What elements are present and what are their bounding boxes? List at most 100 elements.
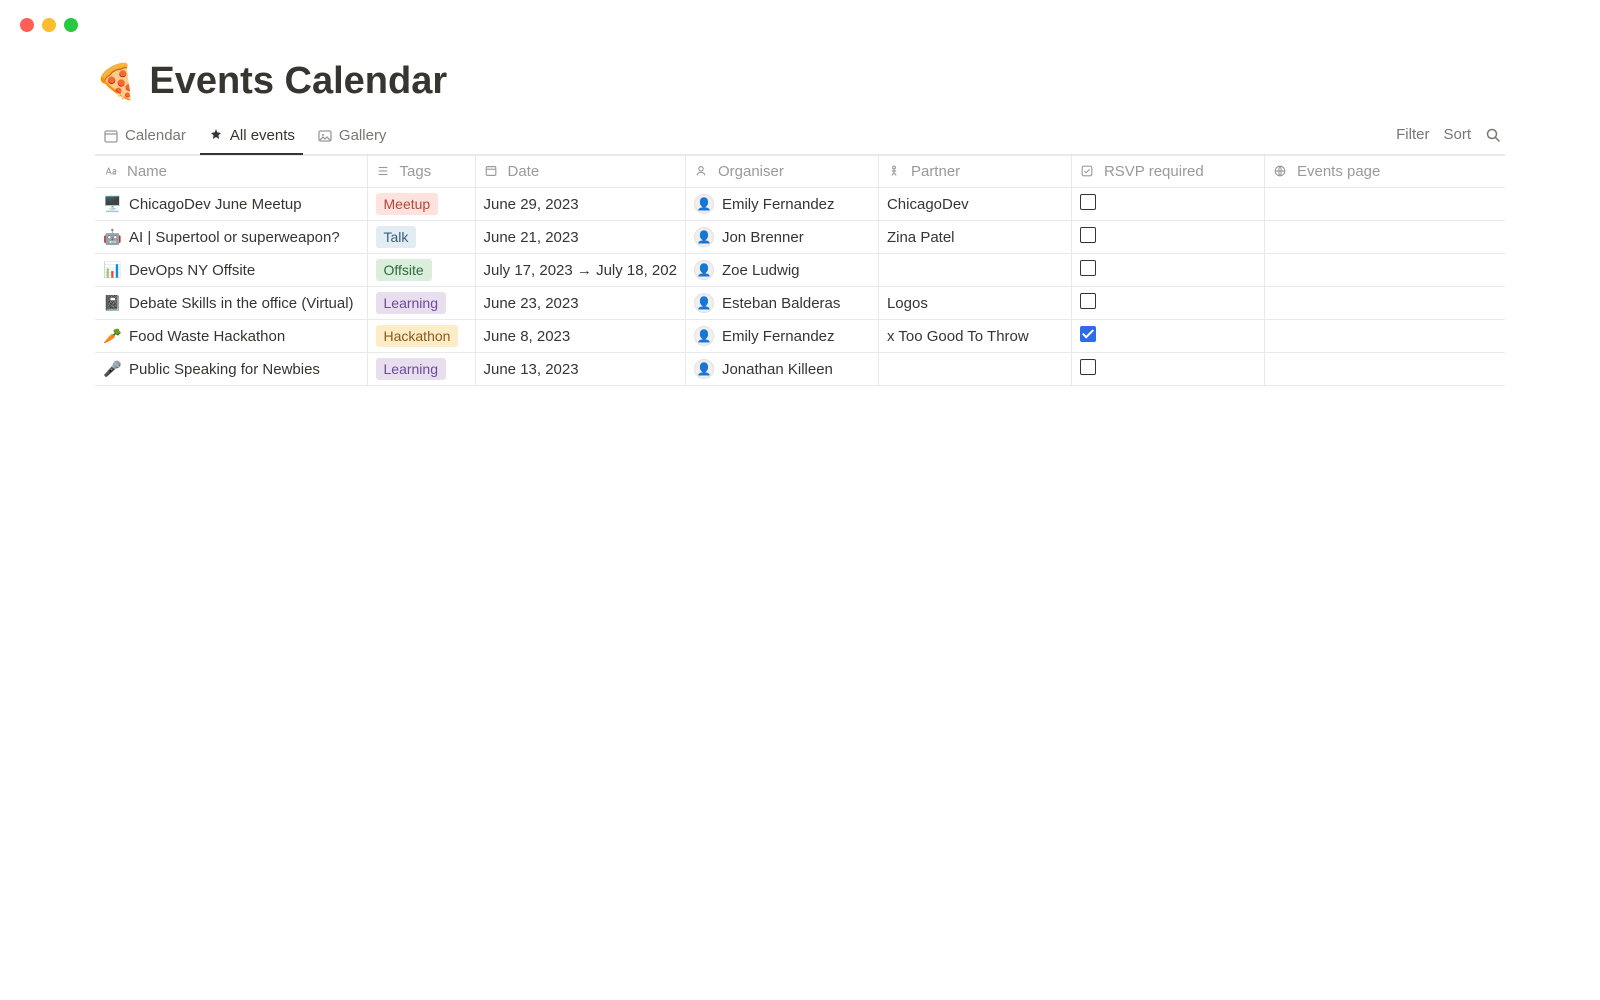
column-header-tags[interactable]: Tags [367,156,475,188]
partner-value[interactable]: x Too Good To Throw [878,320,1071,353]
avatar: 👤 [694,293,714,313]
column-header-date[interactable]: Date [475,156,685,188]
tab-calendar[interactable]: Calendar [95,121,194,154]
date-value[interactable]: July 17, 2023 → July 18, 202 [475,254,685,287]
row-title[interactable]: Food Waste Hackathon [129,328,285,345]
table-row[interactable]: 🎤 Public Speaking for Newbies Learning June… [95,353,1505,386]
page-header: 🍕 Events Calendar [95,60,1505,103]
tab-label: Calendar [125,127,186,144]
partner-property-icon [887,164,903,180]
avatar: 👤 [694,227,714,247]
tag-pill[interactable]: Learning [376,292,447,314]
avatar: 👤 [694,194,714,214]
column-header-organiser[interactable]: Organiser [685,156,878,188]
tab-all-events[interactable]: All events [200,121,303,154]
rsvp-checkbox[interactable] [1080,326,1096,342]
events-table: Name Tags Date [95,155,1505,386]
table-row[interactable]: 🤖 AI | Supertool or superweapon? Talk June … [95,221,1505,254]
table-row[interactable]: 📓 Debate Skills in the office (Virtual) Le… [95,287,1505,320]
organiser-name[interactable]: Esteban Balderas [722,295,840,312]
search-icon[interactable] [1485,127,1501,143]
row-page-icon: 📓 [103,294,121,312]
column-header-name[interactable]: Name [95,156,367,188]
url-property-icon [1273,164,1289,180]
avatar: 👤 [694,359,714,379]
avatar: 👤 [694,326,714,346]
row-title[interactable]: Debate Skills in the office (Virtual) [129,295,354,312]
organiser-name[interactable]: Emily Fernandez [722,328,835,345]
row-title[interactable]: AI | Supertool or superweapon? [129,229,340,246]
row-title[interactable]: Public Speaking for Newbies [129,361,320,378]
row-page-icon: 🥕 [103,327,121,345]
window-maximize-button[interactable] [64,18,78,32]
date-value[interactable]: June 21, 2023 [475,221,685,254]
date-value[interactable]: June 23, 2023 [475,287,685,320]
organiser-name[interactable]: Jonathan Killeen [722,361,833,378]
page-title[interactable]: Events Calendar [149,60,447,103]
text-property-icon [103,164,119,180]
date-value[interactable]: June 29, 2023 [475,188,685,221]
organiser-name[interactable]: Jon Brenner [722,229,804,246]
rsvp-checkbox[interactable] [1080,260,1096,276]
column-label: Events page [1297,163,1380,180]
events-page-value[interactable] [1264,320,1505,353]
partner-value[interactable]: Zina Patel [878,221,1071,254]
checkbox-property-icon [1080,164,1096,180]
row-title[interactable]: DevOps NY Offsite [129,262,255,279]
events-page-value[interactable] [1264,353,1505,386]
sort-button[interactable]: Sort [1443,126,1471,143]
date-value[interactable]: June 8, 2023 [475,320,685,353]
events-page-value[interactable] [1264,287,1505,320]
column-label: Tags [400,163,432,180]
rsvp-checkbox[interactable] [1080,359,1096,375]
column-header-rsvp[interactable]: RSVP required [1071,156,1264,188]
table-row[interactable]: 📊DevOps NY OffsiteOffsiteJuly 17, 2023 →… [95,254,1505,287]
tag-pill[interactable]: Hackathon [376,325,459,347]
star-icon [208,128,224,144]
row-page-icon: 🤖 [103,228,121,246]
events-page-value[interactable] [1264,254,1505,287]
view-actions: Filter Sort [1396,126,1505,149]
row-page-icon: 🎤 [103,360,121,378]
partner-value[interactable] [878,254,1071,287]
window-controls [0,0,1600,50]
views-bar: Calendar All events Gallery Filter Sort [95,121,1505,155]
person-property-icon [694,164,710,180]
tab-label: All events [230,127,295,144]
date-value[interactable]: June 13, 2023 [475,353,685,386]
rsvp-checkbox[interactable] [1080,194,1096,210]
rsvp-checkbox[interactable] [1080,227,1096,243]
tag-pill[interactable]: Talk [376,226,417,248]
row-page-icon: 🖥️ [103,195,121,213]
table-row[interactable]: 🖥️ ChicagoDev June Meetup Meetup June 29, 2… [95,188,1505,221]
partner-value[interactable]: ChicagoDev [878,188,1071,221]
events-page-value[interactable] [1264,221,1505,254]
tag-pill[interactable]: Offsite [376,259,432,281]
tag-pill[interactable]: Learning [376,358,447,380]
window-close-button[interactable] [20,18,34,32]
page-icon[interactable]: 🍕 [95,65,137,99]
table-row[interactable]: 🥕 Food Waste Hackathon Hackathon June 8, 20… [95,320,1505,353]
rsvp-checkbox[interactable] [1080,293,1096,309]
partner-value[interactable] [878,353,1071,386]
tag-pill[interactable]: Meetup [376,193,439,215]
events-page-value[interactable] [1264,188,1505,221]
column-label: Partner [911,163,960,180]
avatar: 👤 [694,260,714,280]
column-label: RSVP required [1104,163,1204,180]
column-header-events-page[interactable]: Events page [1264,156,1505,188]
window-minimize-button[interactable] [42,18,56,32]
column-label: Organiser [718,163,784,180]
tab-gallery[interactable]: Gallery [309,121,395,154]
organiser-name[interactable]: Zoe Ludwig [722,262,800,279]
view-tabs: Calendar All events Gallery [95,121,394,154]
gallery-icon [317,128,333,144]
column-label: Name [127,163,167,180]
calendar-icon [103,128,119,144]
organiser-name[interactable]: Emily Fernandez [722,196,835,213]
row-title[interactable]: ChicagoDev June Meetup [129,196,302,213]
filter-button[interactable]: Filter [1396,126,1429,143]
tab-label: Gallery [339,127,387,144]
column-header-partner[interactable]: Partner [878,156,1071,188]
partner-value[interactable]: Logos [878,287,1071,320]
